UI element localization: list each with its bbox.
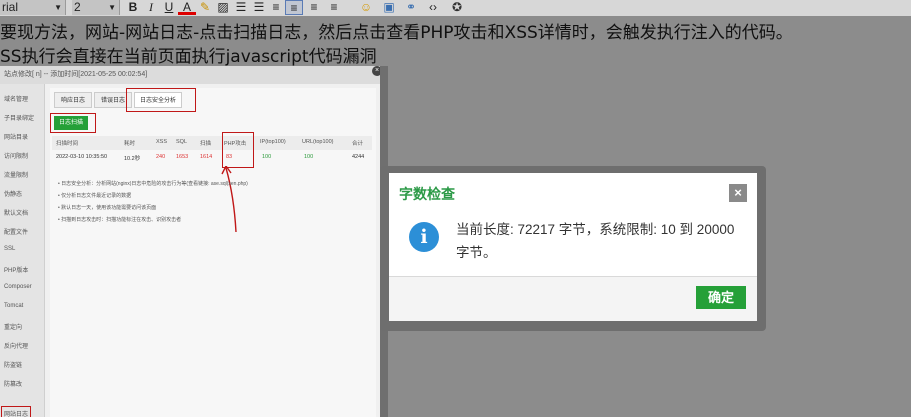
brush-icon[interactable]: ✎ xyxy=(196,0,214,15)
dialog-message: 当前长度: 72217 字节，系统限制: 10 到 20000 字节。 xyxy=(456,222,735,260)
note-line: • 日志安全分析：分析网站(nginx)日志中危险的攻击行为等(查看链接: as… xyxy=(58,181,248,187)
table-header: 扫描时间 xyxy=(56,141,79,147)
sidebar-item: 流量限制 xyxy=(4,173,29,179)
screenshot-title: 站点修改[ n] -- 添加时间[2021-05-25 00:02:54] xyxy=(0,66,380,84)
table-header: XSS xyxy=(156,139,168,145)
chevron-down-icon: ▼ xyxy=(54,3,62,12)
sidebar-item: 域名管理 xyxy=(4,97,29,103)
sidebar-item: 子目录绑定 xyxy=(4,116,35,122)
table-row: 2022-03-10 10:35:50 10.2秒 240 1653 1614 … xyxy=(52,150,372,166)
php-attack-highlight-box xyxy=(222,132,254,168)
tab-highlight-box xyxy=(126,88,196,112)
table-header-row: 扫描时间 耗时 XSS SQL 扫描 PHP攻击 IP(top100) URL(… xyxy=(52,136,372,150)
image-icon[interactable]: ▣ xyxy=(380,0,398,15)
sidebar-item: 反向代理 xyxy=(4,344,29,350)
table-cell: 2022-03-10 10:35:50 xyxy=(56,154,108,160)
sidebar-item-highlighted: 网站日志 xyxy=(1,406,32,417)
paint-format-icon[interactable]: ▨ xyxy=(214,0,232,15)
align-left-icon[interactable]: ≡ xyxy=(267,0,285,15)
sidebar-item: 访问限制 xyxy=(4,154,29,160)
emoticon-icon[interactable]: ☺ xyxy=(357,0,375,15)
table-cell: 10.2秒 xyxy=(124,156,141,162)
word-count-dialog: 字数检查 × i 当前长度: 72217 字节，系统限制: 10 到 20000… xyxy=(389,173,757,321)
confirm-button[interactable]: 确定 xyxy=(696,286,746,309)
table-cell: 240 xyxy=(156,154,166,160)
chevron-down-icon: ▼ xyxy=(108,3,116,12)
red-arrow xyxy=(221,166,237,233)
sidebar-item: 网站目录 xyxy=(4,135,29,141)
tab-response-log: 响应日志 xyxy=(54,92,92,108)
table-header: IP(top100) xyxy=(260,139,286,145)
screenshot-panel: 响应日志 错误日志 日志安全分析 日志扫描 扫描时间 耗时 XSS SQL 扫描… xyxy=(50,88,376,417)
underline-button[interactable]: U xyxy=(160,0,178,15)
editor-text-line-1: 要现方法，网站-网站日志-点击扫描日志，然后点击查看PHP攻击和XSS详情时，会… xyxy=(0,23,793,43)
table-cell: 1653 xyxy=(176,154,189,160)
italic-button[interactable]: I xyxy=(142,0,160,15)
close-icon[interactable]: × xyxy=(729,184,747,202)
code-icon[interactable]: ‹› xyxy=(424,0,442,15)
sidebar-item: 伪静态 xyxy=(4,192,23,198)
sidebar-item: Tomcat xyxy=(4,303,24,309)
qq-icon[interactable]: ✪ xyxy=(448,0,466,15)
font-color-button[interactable]: A xyxy=(178,0,196,15)
table-header: 扫描 xyxy=(200,141,212,147)
editor-toolbar: rial ▼ 2 ▼ B I U A ✎ ▨ ☰ ☰ ≡ ≡ ≡ ≡ ☺ ▣ ⚭… xyxy=(0,0,911,16)
table-cell: 100 xyxy=(262,154,272,160)
font-family-select[interactable]: rial ▼ xyxy=(0,0,66,15)
font-family-value: rial xyxy=(2,0,19,14)
table-header: 耗时 xyxy=(124,141,136,147)
screenshot-sidebar: 域名管理 子目录绑定 网站目录 访问限制 流量限制 伪静态 默认文档 配置文件 … xyxy=(0,84,45,417)
list-ordered-icon[interactable]: ☰ xyxy=(232,0,250,15)
align-justify-icon[interactable]: ≡ xyxy=(325,0,343,15)
dialog-title: 字数检查 xyxy=(399,186,455,202)
sidebar-item: PHP版本 xyxy=(4,268,29,274)
editor-text-line-2: SS执行会直接在当前页面执行javascript代码漏洞 xyxy=(0,47,377,67)
table-header: 合计 xyxy=(352,141,364,147)
font-size-value: 2 xyxy=(74,0,81,14)
bold-button[interactable]: B xyxy=(124,0,142,15)
embedded-screenshot: 站点修改[ n] -- 添加时间[2021-05-25 00:02:54] × … xyxy=(0,66,380,417)
sidebar-item: 重定向 xyxy=(4,325,23,331)
note-line: • 扫描到日志攻击时：扫描功能标注在攻击、识别攻击者 xyxy=(58,217,182,223)
align-right-icon[interactable]: ≡ xyxy=(305,0,323,15)
table-cell: 100 xyxy=(304,154,314,160)
font-size-select[interactable]: 2 ▼ xyxy=(72,0,120,15)
table-header: SQL xyxy=(176,139,188,145)
table-header: URL(top100) xyxy=(302,139,334,145)
align-center-icon[interactable]: ≡ xyxy=(285,0,303,15)
note-line: • 仅分析日志文件最近记录的数据 xyxy=(58,193,132,199)
sidebar-item: SSL xyxy=(4,246,16,252)
note-line: • 默认日志一天，使用该功能需要访问该页面 xyxy=(58,205,157,211)
sidebar-item: 配置文件 xyxy=(4,230,29,236)
table-cell: 1614 xyxy=(200,154,213,160)
list-unordered-icon[interactable]: ☰ xyxy=(250,0,268,15)
sidebar-item: Composer xyxy=(4,284,32,290)
link-icon[interactable]: ⚭ xyxy=(402,0,420,15)
table-cell: 4244 xyxy=(352,154,365,160)
screenshot-close-icon: × xyxy=(372,66,380,76)
scan-highlight-box xyxy=(50,113,96,133)
sidebar-item: 默认文档 xyxy=(4,211,29,217)
sidebar-item: 防盗链 xyxy=(4,363,23,369)
sidebar-item: 防篡改 xyxy=(4,382,23,388)
info-icon: i xyxy=(409,222,439,252)
